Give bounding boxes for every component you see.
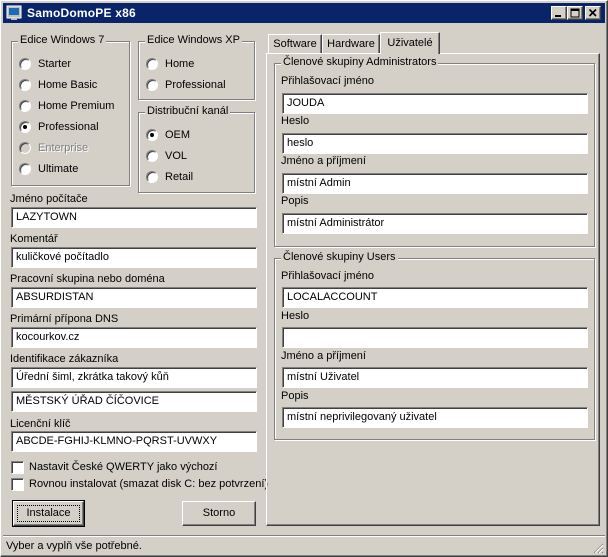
- tab-hardware[interactable]: Hardware: [322, 34, 380, 54]
- install-button[interactable]: Instalace: [12, 500, 85, 527]
- close-icon: [588, 8, 597, 17]
- administrators-group: Členové skupiny Administrators Přihlašov…: [274, 56, 595, 247]
- windowsxp-legend: Edice Windows XP: [145, 34, 242, 46]
- radio-button[interactable]: [19, 58, 31, 70]
- format-checkbox[interactable]: [11, 478, 24, 491]
- qwerty-checkbox-row[interactable]: Nastavit České QWERTY jako výchozí: [11, 460, 261, 476]
- workgroup-label: Pracovní skupina nebo doména: [10, 273, 165, 285]
- radio-button-checked[interactable]: [19, 121, 31, 133]
- user-password-label: Heslo: [281, 310, 310, 322]
- radio-button[interactable]: [19, 79, 31, 91]
- minimize-button[interactable]: [551, 6, 567, 20]
- radio-button[interactable]: [146, 58, 158, 70]
- app-icon: [6, 5, 22, 20]
- administrators-legend: Členové skupiny Administrators: [281, 56, 439, 68]
- user-password-input[interactable]: [282, 327, 588, 348]
- license-key-input[interactable]: ABCDE-FGHIJ-KLMNO-PQRST-UVWXY: [11, 431, 257, 452]
- license-key-label: Licenční klíč: [10, 418, 71, 430]
- users-legend: Členové skupiny Users: [281, 251, 398, 263]
- format-checkbox-row[interactable]: Rovnou instalovat (smazat disk C: bez po…: [11, 477, 268, 493]
- workgroup-input[interactable]: ABSURDISTAN: [11, 287, 257, 308]
- computer-name-input[interactable]: LAZYTOWN: [11, 207, 257, 228]
- admin-fullname-input[interactable]: místní Admin: [282, 173, 588, 194]
- cancel-button[interactable]: Storno: [182, 501, 256, 526]
- admin-fullname-label: Jméno a příjmení: [281, 155, 366, 167]
- admin-password-label: Heslo: [281, 115, 310, 127]
- window-title: SamoDomoPE x86: [27, 6, 136, 20]
- channel-legend: Distribuční kanál: [145, 105, 231, 117]
- tab-software[interactable]: Software: [268, 34, 322, 54]
- status-text: Vyber a vyplň vše potřebné.: [6, 540, 142, 552]
- qwerty-checkbox[interactable]: [11, 461, 24, 474]
- windows7-edition-group: Edice Windows 7 Starter Home Basic Home …: [11, 34, 130, 186]
- dns-suffix-label: Primární přípona DNS: [10, 313, 119, 325]
- user-description-input[interactable]: místní neprivilegovaný uživatel: [282, 407, 588, 428]
- admin-description-label: Popis: [281, 195, 309, 207]
- radio-button[interactable]: [19, 163, 31, 175]
- admin-password-input[interactable]: heslo: [282, 133, 588, 154]
- windows7-legend: Edice Windows 7: [18, 34, 107, 46]
- close-button[interactable]: [585, 6, 601, 20]
- maximize-button[interactable]: [567, 6, 583, 20]
- radio-button[interactable]: [19, 100, 31, 112]
- admin-description-input[interactable]: místní Administrátor: [282, 213, 588, 234]
- dns-suffix-input[interactable]: kocourkov.cz: [11, 327, 257, 348]
- status-bar: Vyber a vyplň vše potřebné.: [3, 535, 605, 555]
- computer-name-label: Jméno počítače: [10, 193, 88, 205]
- radio-button-checked[interactable]: [146, 129, 158, 141]
- distribution-channel-group: Distribuční kanál OEM VOL Retail: [138, 105, 255, 193]
- maximize-icon: [570, 8, 580, 18]
- tab-users[interactable]: Uživatelé: [380, 32, 440, 54]
- customer-organization-input[interactable]: MĚSTSKÝ ÚŘAD ČÍČOVICE: [11, 391, 257, 412]
- title-bar[interactable]: SamoDomoPE x86: [3, 3, 605, 23]
- user-fullname-input[interactable]: místní Uživatel: [282, 367, 588, 388]
- radio-button[interactable]: [146, 171, 158, 183]
- customer-id-label: Identifikace zákazníka: [10, 353, 119, 365]
- radio-button[interactable]: [146, 150, 158, 162]
- windowsxp-edition-group: Edice Windows XP Home Professional: [138, 34, 255, 100]
- customer-name-input[interactable]: Úřední šiml, zkrátka takový kůň: [11, 367, 257, 388]
- user-login-label: Přihlašovací jméno: [281, 270, 374, 282]
- users-tab-panel: Členové skupiny Administrators Přihlašov…: [266, 53, 600, 526]
- users-group: Členové skupiny Users Přihlašovací jméno…: [274, 251, 595, 440]
- user-login-input[interactable]: LOCALACCOUNT: [282, 287, 588, 308]
- comment-label: Komentář: [10, 233, 58, 245]
- admin-login-label: Přihlašovací jméno: [281, 75, 374, 87]
- radio-button-disabled: [19, 142, 31, 154]
- main-window: SamoDomoPE x86 Edice Windows 7 Starter H…: [0, 0, 608, 557]
- user-description-label: Popis: [281, 390, 309, 402]
- comment-input[interactable]: kuličkové počítadlo: [11, 247, 257, 268]
- admin-login-input[interactable]: JOUDA: [282, 93, 588, 114]
- user-fullname-label: Jméno a příjmení: [281, 350, 366, 362]
- resize-grip-icon[interactable]: [592, 542, 604, 554]
- radio-button[interactable]: [146, 79, 158, 91]
- minimize-icon: [555, 15, 561, 17]
